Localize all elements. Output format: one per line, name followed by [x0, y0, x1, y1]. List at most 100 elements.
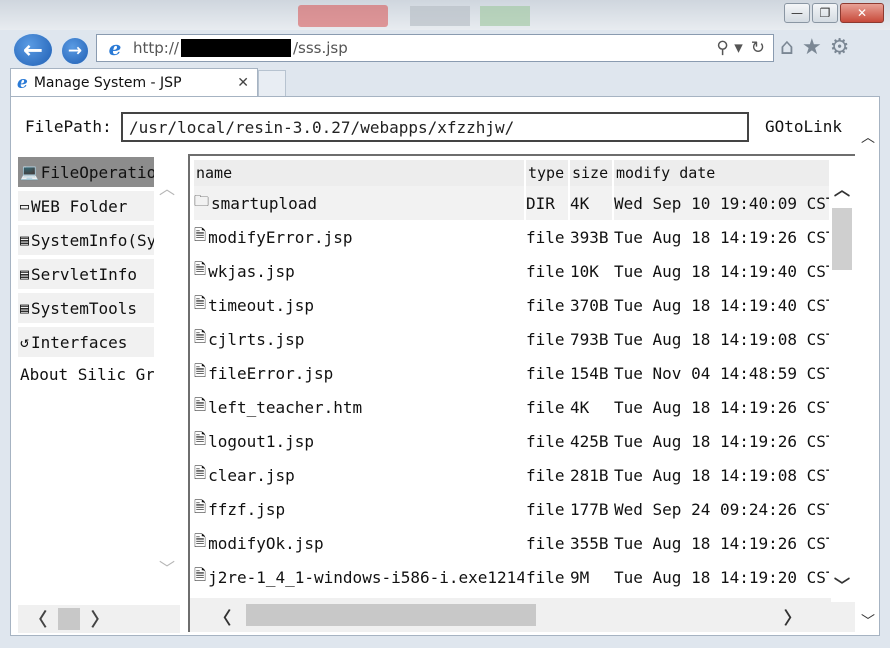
file-name[interactable]: timeout.jsp: [208, 296, 314, 315]
scroll-right-icon[interactable]: 〉: [80, 606, 120, 632]
home-icon[interactable]: ⌂: [780, 35, 794, 60]
scroll-thumb[interactable]: [58, 608, 80, 630]
table-row[interactable]: 🗎 cjlrts.jsp file 793B Tue Aug 18 14:19:08 C…: [194, 322, 844, 356]
header-size[interactable]: size: [570, 160, 612, 186]
file-name-cell[interactable]: 🗎 ffzf.jsp: [194, 492, 524, 526]
ie-tab-icon: e: [17, 72, 28, 93]
file-name[interactable]: logout1.jsp: [208, 432, 314, 451]
scroll-up-icon[interactable]: ︿: [829, 176, 855, 200]
menu-item[interactable]: ▤ SystemTools: [18, 293, 154, 323]
refresh-icon[interactable]: ↻: [751, 38, 765, 58]
file-size: 154B: [570, 363, 609, 383]
minimize-button[interactable]: —: [784, 3, 810, 23]
file-name[interactable]: j2re-1_4_1-windows-i586-i.exe1214: [208, 568, 524, 587]
file-list-horizontal-scrollbar[interactable]: 〈 〉: [190, 598, 831, 632]
file-name[interactable]: modifyError.jsp: [208, 228, 353, 247]
header-type[interactable]: type: [526, 160, 568, 186]
header-name[interactable]: name: [194, 160, 524, 186]
table-row[interactable]: 🗎 modifyError.jsp file 393B Tue Aug 18 14:19…: [194, 220, 844, 254]
arrow-left-icon: ←: [22, 36, 44, 64]
file-name[interactable]: clear.jsp: [208, 466, 295, 485]
table-row[interactable]: 🗎 left_teacher.htm file 4K Tue Aug 18 14:19:…: [194, 390, 844, 424]
menu-vertical-scrollbar[interactable]: ︿ ﹀: [154, 157, 180, 605]
back-button[interactable]: ←: [12, 32, 54, 68]
file-name-cell[interactable]: 🗎 modifyError.jsp: [194, 220, 524, 254]
file-icon: 🗎: [194, 497, 207, 516]
scroll-right-icon[interactable]: 〉: [784, 604, 801, 629]
gear-icon[interactable]: ⚙: [830, 35, 850, 60]
file-name[interactable]: ffzf.jsp: [208, 500, 285, 519]
file-name-cell[interactable]: 🗎 logout1.jsp: [194, 424, 524, 458]
menu-item[interactable]: ▤SystemInfo(System: [18, 225, 154, 255]
tab-close-icon[interactable]: ✕: [237, 75, 249, 91]
file-icon: 🗎: [194, 531, 207, 550]
file-name-cell[interactable]: 🗎 timeout.jsp: [194, 288, 524, 322]
ie-logo-icon: e: [108, 36, 122, 60]
table-row[interactable]: 🗎 modifyOk.jsp file 355B Tue Aug 18 14:19:26…: [194, 526, 844, 560]
file-name[interactable]: wkjas.jsp: [208, 262, 295, 281]
forward-button[interactable]: →: [60, 36, 90, 66]
menu-item-icon: 💻: [20, 163, 39, 181]
address-bar[interactable]: e http:// /sss.jsp ⚲ ▾ ↻: [96, 34, 774, 62]
table-row[interactable]: 🗎 logout1.jsp file 425B Tue Aug 18 14:19:26 …: [194, 424, 844, 458]
new-tab-button[interactable]: [258, 70, 286, 96]
filepath-input[interactable]: /usr/local/resin-3.0.27/webapps/xfzzhjw/: [121, 112, 749, 142]
file-list-vertical-scrollbar[interactable]: ︿ ﹀: [829, 156, 855, 598]
file-name-cell[interactable]: 🗀 smartupload: [194, 186, 524, 220]
file-name-cell[interactable]: 🗎 j2re-1_4_1-windows-i586-i.exe1214: [194, 560, 524, 594]
file-name-cell[interactable]: 🗎 modifyOk.jsp: [194, 526, 524, 560]
file-name[interactable]: cjlrts.jsp: [208, 330, 304, 349]
url-prefix: http://: [133, 39, 179, 57]
table-row[interactable]: 🗎 timeout.jsp file 370B Tue Aug 18 14:19:40 …: [194, 288, 844, 322]
scroll-left-icon[interactable]: 〈: [214, 604, 231, 629]
tab-manage-system[interactable]: e Manage System - JSP ✕: [10, 68, 258, 96]
menu-about-link[interactable]: About Silic Group: [18, 361, 154, 387]
table-row[interactable]: 🗎 ffzf.jsp file 177B Wed Sep 24 09:24:26 CST: [194, 492, 844, 526]
scroll-down-icon[interactable]: ﹀: [829, 572, 855, 596]
file-name-cell[interactable]: 🗎 fileError.jsp: [194, 356, 524, 390]
file-date: Tue Aug 18 14:19:26 CST: [614, 227, 836, 247]
page-vertical-scrollbar[interactable]: ︿ ﹀: [857, 127, 879, 635]
file-type: file: [526, 465, 565, 485]
table-row[interactable]: 🗎 clear.jsp file 281B Tue Aug 18 14:19:08 CS…: [194, 458, 844, 492]
table-row[interactable]: 🗎 j2re-1_4_1-windows-i586-i.exe1214 file 9M…: [194, 560, 844, 594]
file-name[interactable]: fileError.jsp: [208, 364, 333, 383]
scroll-thumb[interactable]: [246, 604, 536, 626]
file-name-cell[interactable]: 🗎 clear.jsp: [194, 458, 524, 492]
header-date[interactable]: modify date: [614, 160, 844, 186]
table-row[interactable]: 🗀 smartupload DIR 4K Wed Sep 10 19:40:09 CST: [194, 186, 844, 220]
file-name[interactable]: left_teacher.htm: [208, 398, 362, 417]
file-size: 793B: [570, 329, 609, 349]
close-window-button[interactable]: ✕: [840, 3, 884, 23]
file-name[interactable]: smartupload: [211, 194, 317, 213]
menu-item-icon: ↺: [20, 333, 30, 351]
table-row[interactable]: 🗎 wkjas.jsp file 10K Tue Aug 18 14:19:40 CST: [194, 254, 844, 288]
file-list-frame: name type size modify date 🗀 smartupload D…: [188, 154, 855, 632]
menu-item-icon: ▤: [20, 231, 30, 249]
menu-item[interactable]: ▤ ServletInfo: [18, 259, 154, 289]
scroll-thumb[interactable]: [832, 208, 852, 270]
goto-link[interactable]: GOtoLink: [765, 117, 842, 136]
window-caption-buttons: — ❐ ✕: [784, 3, 884, 23]
scroll-down-icon[interactable]: ﹀: [857, 611, 879, 631]
file-name[interactable]: modifyOk.jsp: [208, 534, 324, 553]
scroll-left-icon[interactable]: 〈: [18, 606, 58, 632]
file-icon: 🗎: [194, 361, 207, 380]
star-icon[interactable]: ★: [802, 35, 822, 60]
menu-item[interactable]: 💻 FileOperation: [18, 157, 154, 187]
menu-item[interactable]: ▭ WEB Folder: [18, 191, 154, 221]
menu-horizontal-scrollbar[interactable]: 〈 〉: [18, 605, 180, 633]
scroll-down-icon[interactable]: ﹀: [159, 555, 175, 579]
file-icon: 🗎: [194, 225, 207, 244]
maximize-button[interactable]: ❐: [812, 3, 838, 23]
scroll-up-icon[interactable]: ︿: [857, 127, 879, 147]
scroll-up-icon[interactable]: ︿: [159, 175, 175, 199]
filepath-label: FilePath:: [25, 117, 112, 136]
file-name-cell[interactable]: 🗎 left_teacher.htm: [194, 390, 524, 424]
table-row[interactable]: 🗎 fileError.jsp file 154B Tue Nov 04 14:48:5…: [194, 356, 844, 390]
file-name-cell[interactable]: 🗎 wkjas.jsp: [194, 254, 524, 288]
search-icon[interactable]: ⚲ ▾: [716, 38, 742, 58]
file-icon: 🗎: [194, 293, 207, 312]
menu-item[interactable]: ↺ Interfaces: [18, 327, 154, 357]
file-name-cell[interactable]: 🗎 cjlrts.jsp: [194, 322, 524, 356]
